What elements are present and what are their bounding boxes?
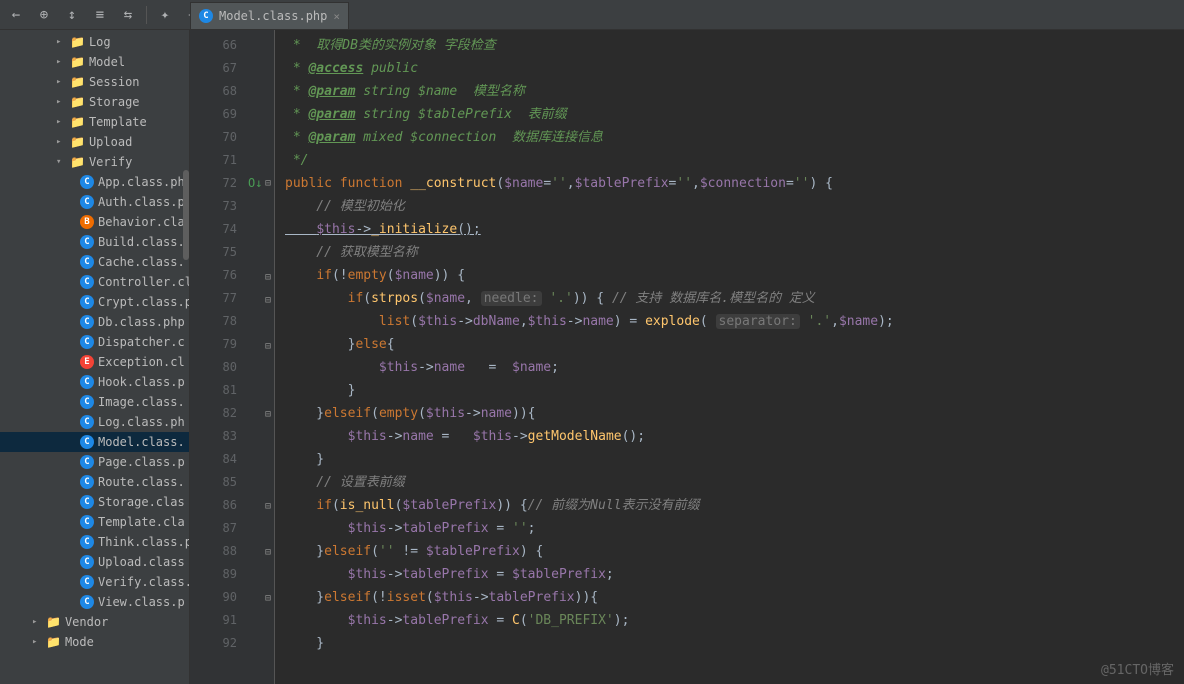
- file-log-class-ph[interactable]: C Log.class.ph: [0, 412, 189, 432]
- folder-verify[interactable]: ▾📁 Verify: [0, 152, 189, 172]
- folder-vendor[interactable]: ▸📁 Vendor: [0, 612, 189, 632]
- target-icon[interactable]: ⊕: [34, 5, 54, 25]
- watermark: @51CTO博客: [1101, 659, 1174, 678]
- php-class-icon: C: [199, 9, 213, 23]
- sort-icon[interactable]: ↕: [62, 5, 82, 25]
- file-view-class-p[interactable]: C View.class.p: [0, 592, 189, 612]
- back-icon[interactable]: ←: [6, 5, 26, 25]
- file-template-cla[interactable]: C Template.cla: [0, 512, 189, 532]
- file-image-class-[interactable]: C Image.class.: [0, 392, 189, 412]
- file-exception-cl[interactable]: E Exception.cl: [0, 352, 189, 372]
- swap-icon[interactable]: ⇆: [118, 5, 138, 25]
- file-build-class-p[interactable]: C Build.class.p: [0, 232, 189, 252]
- file-storage-clas[interactable]: C Storage.clas: [0, 492, 189, 512]
- gutter-marks: O↓ ⊟ ⊟ ⊟ ⊟ ⊟ ⊟ ⊟ ⊟: [245, 30, 275, 684]
- file-page-class-p[interactable]: C Page.class.p: [0, 452, 189, 472]
- folder-log[interactable]: ▸📁 Log: [0, 32, 189, 52]
- file-cache-class-[interactable]: C Cache.class.: [0, 252, 189, 272]
- toolbar: ← ⊕ ↕ ≡ ⇆ ✦ –: [0, 0, 1184, 30]
- override-icon[interactable]: O↓: [248, 172, 262, 195]
- folder-storage[interactable]: ▸📁 Storage: [0, 92, 189, 112]
- file-route-class-[interactable]: C Route.class.: [0, 472, 189, 492]
- folder-session[interactable]: ▸📁 Session: [0, 72, 189, 92]
- folder-template[interactable]: ▸📁 Template: [0, 112, 189, 132]
- tab-label: Model.class.php: [219, 9, 327, 23]
- folder-mode[interactable]: ▸📁 Mode: [0, 632, 189, 652]
- file-upload-class[interactable]: C Upload.class: [0, 552, 189, 572]
- line-numbers: 6667686970717273747576777879808182838485…: [190, 30, 245, 684]
- tab-bar: C Model.class.php ×: [190, 0, 349, 30]
- close-icon[interactable]: ×: [333, 10, 340, 23]
- file-verify-class-p[interactable]: C Verify.class.p: [0, 572, 189, 592]
- file-think-class-p[interactable]: C Think.class.p: [0, 532, 189, 552]
- settings-icon[interactable]: ✦: [155, 5, 175, 25]
- file-crypt-class-p[interactable]: C Crypt.class.p: [0, 292, 189, 312]
- folder-model[interactable]: ▸📁 Model: [0, 52, 189, 72]
- file-behavior-cla[interactable]: B Behavior.cla: [0, 212, 189, 232]
- separator: [146, 6, 147, 24]
- file-hook-class-p[interactable]: C Hook.class.p: [0, 372, 189, 392]
- folder-upload[interactable]: ▸📁 Upload: [0, 132, 189, 152]
- file-auth-class-p[interactable]: C Auth.class.p: [0, 192, 189, 212]
- project-tree[interactable]: ▸📁 Log▸📁 Model▸📁 Session▸📁 Storage▸📁 Tem…: [0, 30, 190, 684]
- file-app-class-ph[interactable]: C App.class.ph: [0, 172, 189, 192]
- file-model-class-[interactable]: C Model.class.: [0, 432, 189, 452]
- list-icon[interactable]: ≡: [90, 5, 110, 25]
- file-dispatcher-c[interactable]: C Dispatcher.c: [0, 332, 189, 352]
- scrollbar[interactable]: [183, 170, 189, 260]
- code-editor[interactable]: 6667686970717273747576777879808182838485…: [190, 30, 1184, 684]
- code-content[interactable]: * 取得DB类的实例对象 字段检查 * @access public * @pa…: [275, 30, 1184, 684]
- file-db-class-php[interactable]: C Db.class.php: [0, 312, 189, 332]
- file-controller-cl[interactable]: C Controller.cl: [0, 272, 189, 292]
- tab-model[interactable]: C Model.class.php ×: [190, 2, 349, 30]
